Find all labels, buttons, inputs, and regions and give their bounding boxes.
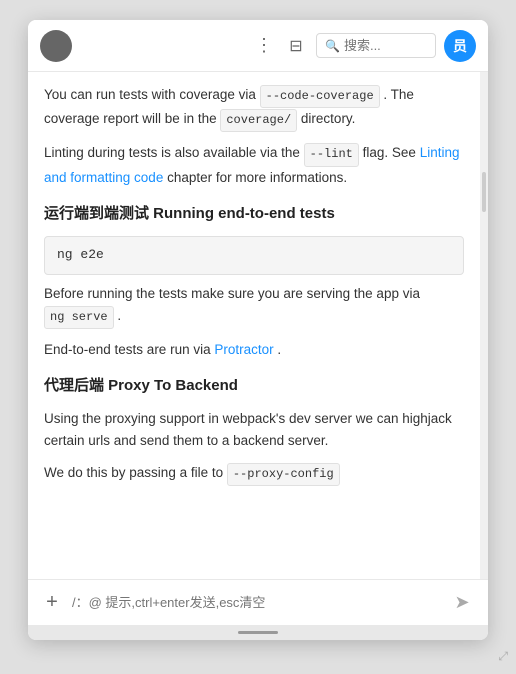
code-block-e2e: ng e2e xyxy=(44,236,464,275)
para5: Using the proxying support in webpack's … xyxy=(44,408,464,451)
bottom-line xyxy=(238,631,278,634)
content-area[interactable]: You can run tests with coverage via --co… xyxy=(28,72,480,579)
section2-heading: 代理后端 Proxy To Backend xyxy=(44,374,464,398)
para1: You can run tests with coverage via --co… xyxy=(44,84,464,132)
input-bar: + ➤ xyxy=(28,579,488,625)
para4: End-to-end tests are run via Protractor … xyxy=(44,339,464,361)
bottom-bar xyxy=(28,625,488,640)
message-input[interactable] xyxy=(72,595,440,610)
more-icon[interactable]: ⋮ xyxy=(252,34,276,58)
search-icon: 🔍 xyxy=(325,39,340,53)
add-button[interactable]: + xyxy=(40,591,64,615)
send-button[interactable]: ➤ xyxy=(448,589,476,617)
proxy-config-code: --proxy-config xyxy=(227,463,340,486)
header: ⋮ ⊟ 🔍 员 xyxy=(28,20,488,72)
para2: Linting during tests is also available v… xyxy=(44,142,464,188)
search-box[interactable]: 🔍 xyxy=(316,33,436,58)
search-input[interactable] xyxy=(344,38,424,53)
content-wrapper: You can run tests with coverage via --co… xyxy=(28,72,488,579)
coverage-dir: coverage/ xyxy=(220,109,297,132)
protractor-link[interactable]: Protractor xyxy=(214,342,273,357)
scrollbar[interactable] xyxy=(480,72,488,579)
avatar xyxy=(40,30,72,62)
para3: Before running the tests make sure you a… xyxy=(44,283,464,329)
user-avatar[interactable]: 员 xyxy=(444,30,476,62)
layout-icon[interactable]: ⊟ xyxy=(284,34,308,58)
para6: We do this by passing a file to --proxy-… xyxy=(44,462,464,486)
main-window: ⋮ ⊟ 🔍 员 You can run tests wit xyxy=(28,20,488,640)
code-coverage-flag: --code-coverage xyxy=(260,85,380,108)
resize-icon[interactable]: ⤢ xyxy=(498,649,508,664)
scrollbar-thumb xyxy=(482,172,486,212)
lint-flag: --lint xyxy=(304,143,359,166)
ng-serve-code: ng serve xyxy=(44,306,114,329)
section1-heading: 运行端到端测试 Running end-to-end tests xyxy=(44,202,464,226)
